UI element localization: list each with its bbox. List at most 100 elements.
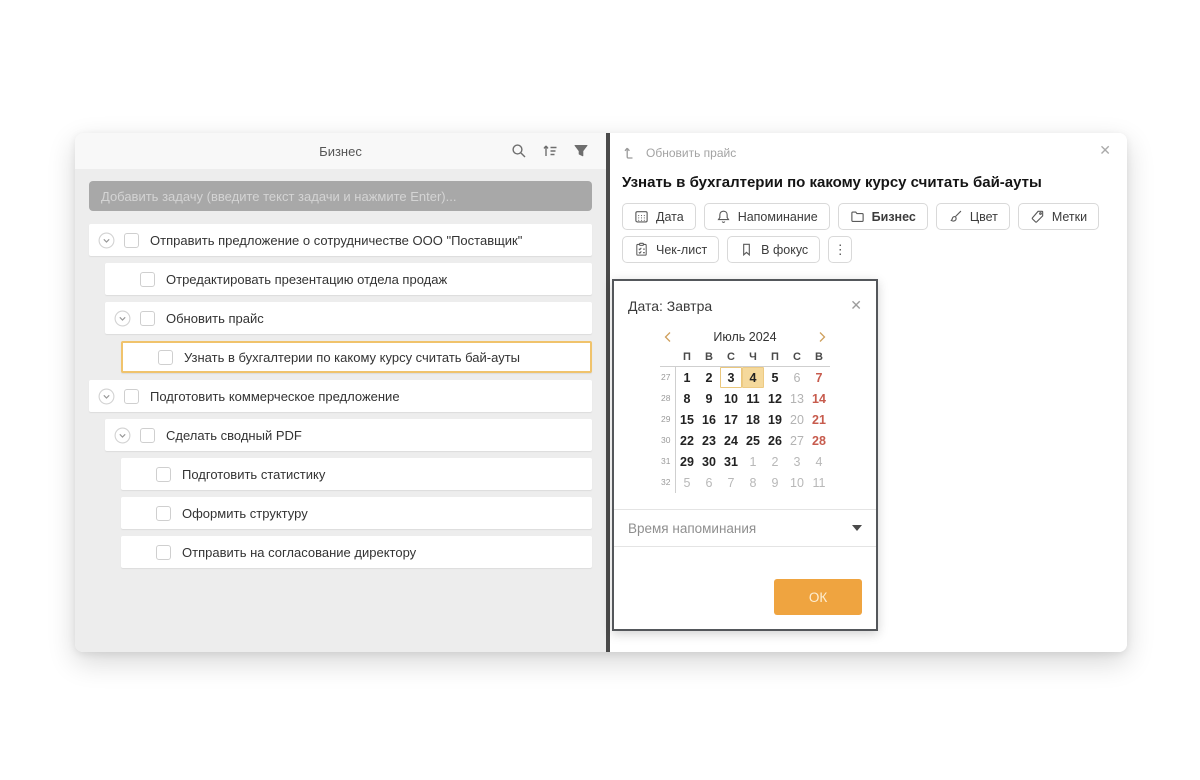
calendar-day[interactable]: 23	[698, 430, 720, 451]
close-detail-icon[interactable]: ✕	[1099, 142, 1111, 159]
calendar-day[interactable]: 9	[764, 472, 786, 493]
calendar-day[interactable]: 5	[764, 367, 786, 388]
calendar-day[interactable]: 15	[676, 409, 698, 430]
calendar-day[interactable]: 16	[698, 409, 720, 430]
tags-chip[interactable]: Метки	[1018, 203, 1099, 230]
task-checkbox[interactable]	[156, 506, 171, 521]
calendar-day[interactable]: 11	[742, 388, 764, 409]
calendar-day[interactable]: 24	[720, 430, 742, 451]
calendar-day[interactable]: 4	[808, 451, 830, 472]
task-checkbox[interactable]	[124, 389, 139, 404]
task-row[interactable]: Обновить прайс	[105, 302, 592, 334]
calendar-day[interactable]: 18	[742, 409, 764, 430]
breadcrumb-parent-task[interactable]: Обновить прайс	[646, 146, 736, 160]
sort-icon[interactable]	[541, 142, 559, 160]
date-chip[interactable]: Дата	[622, 203, 696, 230]
calendar-day[interactable]: 21	[808, 409, 830, 430]
chevron-down-icon[interactable]	[98, 388, 115, 405]
calendar-day[interactable]: 2	[698, 367, 720, 388]
calendar-day[interactable]: 6	[698, 472, 720, 493]
week-number: 32	[660, 472, 675, 493]
chip-label: Бизнес	[872, 210, 916, 224]
calendar-day[interactable]: 28	[808, 430, 830, 451]
calendar-day[interactable]: 19	[764, 409, 786, 430]
weekday-label: С	[786, 349, 808, 366]
week-days: 15161718192021	[675, 409, 830, 430]
close-popup-icon[interactable]: ✕	[850, 297, 862, 314]
chevron-down-icon[interactable]	[98, 232, 115, 249]
calendar-day[interactable]: 1	[742, 451, 764, 472]
task-checkbox[interactable]	[140, 272, 155, 287]
more-actions-button[interactable]: ⋮	[828, 236, 852, 263]
calendar-day[interactable]: 17	[720, 409, 742, 430]
task-checkbox[interactable]	[140, 311, 155, 326]
reminder-time-select[interactable]: Время напоминания	[614, 509, 876, 547]
task-row[interactable]: Оформить структуру	[121, 497, 592, 529]
calendar-day[interactable]: 9	[698, 388, 720, 409]
calendar-day[interactable]: 14	[808, 388, 830, 409]
task-label: Оформить структуру	[182, 506, 308, 521]
calendar-day[interactable]: 1	[676, 367, 698, 388]
task-checkbox[interactable]	[156, 545, 171, 560]
date-popup-header: Дата: Завтра ✕	[614, 281, 876, 324]
checklist-chip[interactable]: Чек-лист	[622, 236, 719, 263]
ok-button[interactable]: ОК	[774, 579, 862, 615]
calendar-day[interactable]: 31	[720, 451, 742, 472]
calendar-day[interactable]: 6	[786, 367, 808, 388]
task-checkbox[interactable]	[158, 350, 173, 365]
task-checkbox[interactable]	[156, 467, 171, 482]
filter-icon[interactable]	[572, 142, 590, 160]
task-checkbox[interactable]	[140, 428, 155, 443]
prev-month-icon[interactable]	[662, 331, 674, 343]
calendar-day[interactable]: 5	[676, 472, 698, 493]
chevron-down-icon	[852, 525, 862, 531]
task-row[interactable]: Подготовить коммерческое предложение	[89, 380, 592, 412]
task-checkbox[interactable]	[124, 233, 139, 248]
task-row[interactable]: Отредактировать презентацию отдела прода…	[105, 263, 592, 295]
focus-chip[interactable]: В фокус	[727, 236, 820, 263]
task-label: Отправить на согласование директору	[182, 545, 416, 560]
task-row[interactable]: Отправить предложение о сотрудничестве О…	[89, 224, 592, 256]
calendar-day[interactable]: 7	[720, 472, 742, 493]
calendar-week-row: 28891011121314	[660, 388, 830, 409]
calendar-day[interactable]: 11	[808, 472, 830, 493]
project-chip[interactable]: Бизнес	[838, 203, 928, 230]
calendar-day[interactable]: 27	[786, 430, 808, 451]
calendar-day[interactable]: 7	[808, 367, 830, 388]
task-list: Отправить предложение о сотрудничестве О…	[89, 224, 592, 568]
next-month-icon[interactable]	[816, 331, 828, 343]
chevron-down-icon[interactable]	[114, 427, 131, 444]
reminder-chip[interactable]: Напоминание	[704, 203, 830, 230]
calendar-day[interactable]: 8	[676, 388, 698, 409]
app-window: Бизнес Отправить предложение о сотруднич…	[75, 133, 1127, 652]
add-task-input[interactable]	[89, 181, 592, 211]
calendar-day[interactable]: 3	[786, 451, 808, 472]
calendar-day[interactable]: 13	[786, 388, 808, 409]
task-row[interactable]: Подготовить статистику	[121, 458, 592, 490]
task-row[interactable]: Отправить на согласование директору	[121, 536, 592, 568]
calendar-day-today[interactable]: 3	[720, 367, 742, 388]
chevron-down-icon[interactable]	[114, 310, 131, 327]
color-chip[interactable]: Цвет	[936, 203, 1010, 230]
calendar-day[interactable]: 8	[742, 472, 764, 493]
task-row[interactable]: Сделать сводный PDF	[105, 419, 592, 451]
chip-label: Чек-лист	[656, 243, 707, 257]
calendar-day[interactable]: 20	[786, 409, 808, 430]
calendar-day[interactable]: 12	[764, 388, 786, 409]
calendar-day[interactable]: 10	[786, 472, 808, 493]
action-chips-row-1: Дата Напоминание Бизнес Цвет Метки	[622, 203, 1115, 230]
calendar-day-selected[interactable]: 4	[742, 367, 764, 388]
weekday-label: В	[808, 349, 830, 366]
bell-icon	[716, 209, 731, 224]
weekday-header: ПВСЧПСВ	[660, 349, 830, 367]
calendar-day[interactable]: 22	[676, 430, 698, 451]
calendar-day[interactable]: 10	[720, 388, 742, 409]
calendar-day[interactable]: 26	[764, 430, 786, 451]
task-row[interactable]: Узнать в бухгалтерии по какому курсу счи…	[121, 341, 592, 373]
search-icon[interactable]	[510, 142, 528, 160]
calendar-day[interactable]: 2	[764, 451, 786, 472]
calendar-day[interactable]: 30	[698, 451, 720, 472]
calendar-day[interactable]: 25	[742, 430, 764, 451]
task-title: Узнать в бухгалтерии по какому курсу счи…	[622, 174, 1115, 191]
calendar-day[interactable]: 29	[676, 451, 698, 472]
